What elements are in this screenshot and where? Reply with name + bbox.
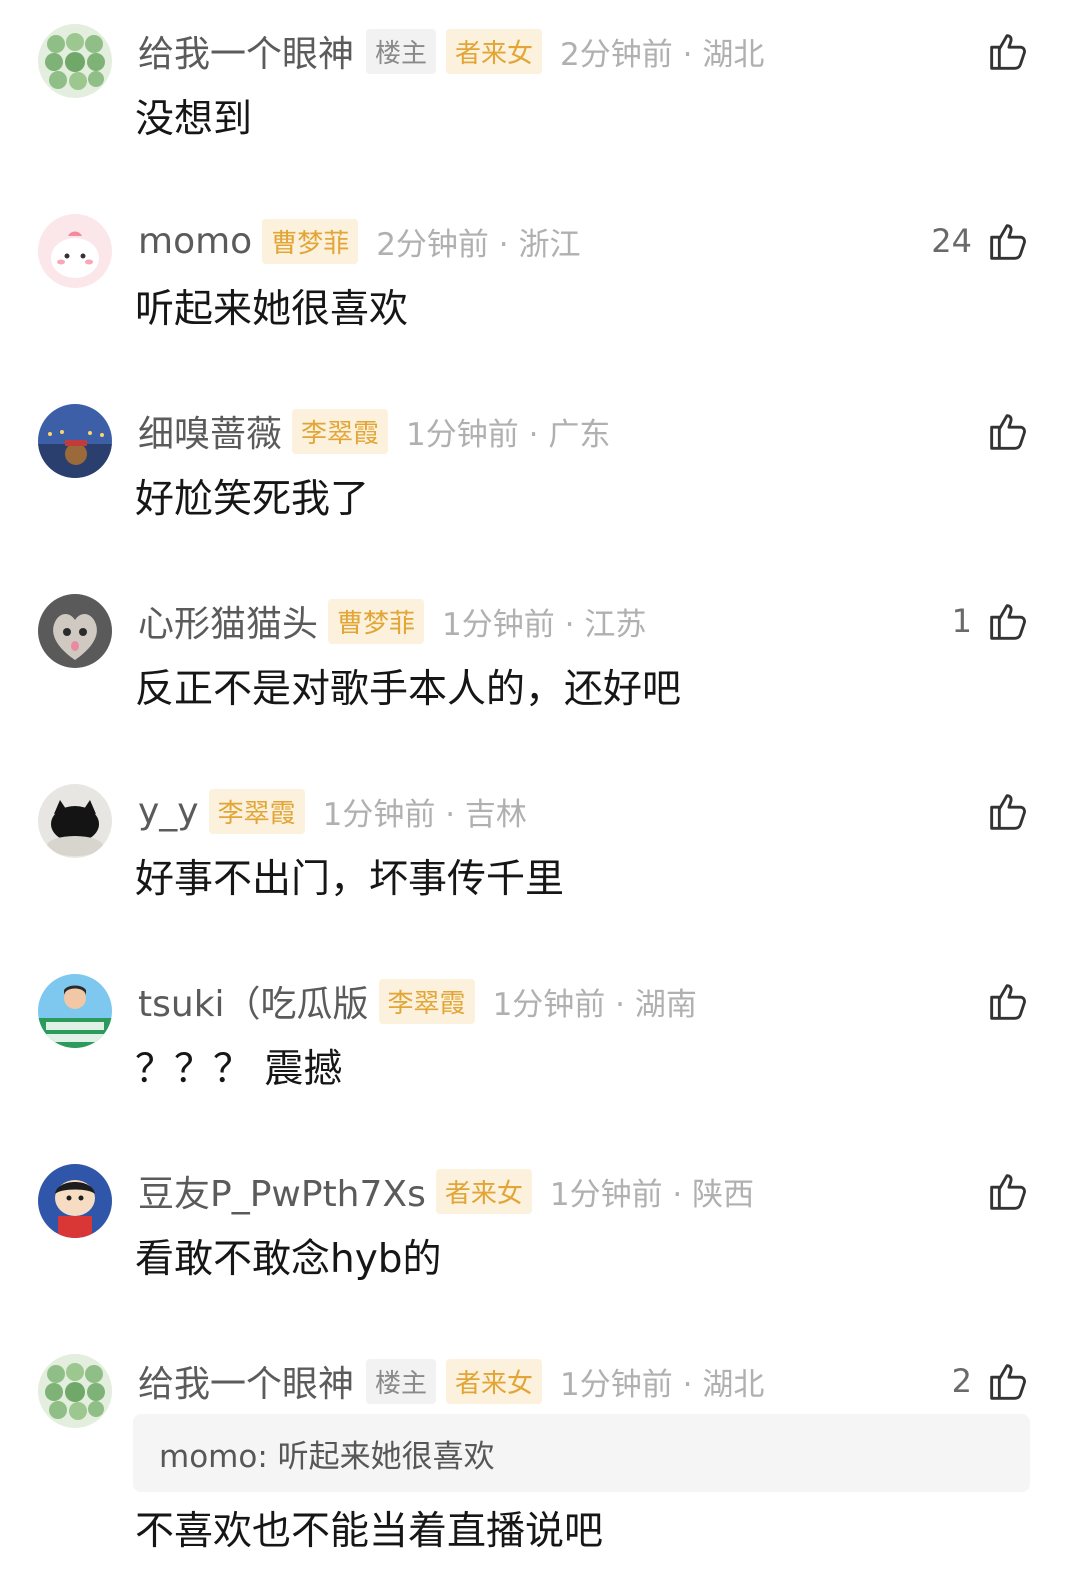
- like-button[interactable]: [972, 976, 1030, 1026]
- comment-meta: momo 曹梦菲 2分钟前 · 浙江: [138, 216, 581, 266]
- comment-meta: 给我一个眼神 楼主 者来女 1分钟前 · 湖北: [138, 1356, 764, 1406]
- like-button[interactable]: [972, 26, 1030, 76]
- comment-meta: 细嗅蔷薇 李翠霞 1分钟前 · 广东: [138, 406, 610, 456]
- username[interactable]: y_y: [138, 791, 199, 832]
- timestamp-location: 2分钟前 · 湖北: [560, 36, 765, 73]
- avatar[interactable]: [38, 784, 112, 858]
- comment-text: 好事不出门，坏事传千里: [135, 857, 565, 902]
- timestamp-location: 2分钟前 · 浙江: [376, 226, 581, 263]
- thumb-up-icon: [990, 984, 1026, 1020]
- comment-text: 不喜欢也不能当着直播说吧: [135, 1509, 604, 1554]
- comment-meta: y_y 李翠霞 1分钟前 · 吉林: [138, 786, 527, 836]
- timestamp-location: 1分钟前 · 江苏: [442, 606, 647, 643]
- comment-meta: 给我一个眼神 楼主 者来女 2分钟前 · 湖北: [138, 26, 764, 76]
- comment-meta: tsuki（吃瓜版 李翠霞 1分钟前 · 湖南: [138, 976, 697, 1026]
- group-badge: 者来女: [446, 28, 543, 74]
- group-badge: 者来女: [446, 1358, 543, 1404]
- comment-text: ？？？ 震撼: [135, 1047, 343, 1092]
- username[interactable]: 给我一个眼神: [138, 1355, 354, 1407]
- op-badge: 楼主: [366, 28, 437, 74]
- thumb-up-icon: [990, 604, 1026, 640]
- group-badge: 李翠霞: [292, 408, 389, 454]
- group-badge: 李翠霞: [208, 788, 305, 834]
- heart-cat-avatar-icon: [38, 594, 112, 668]
- comment-item: y_y 李翠霞 1分钟前 · 吉林 好事不出门，坏事传千里: [0, 760, 1080, 950]
- comment-item: momo 曹梦菲 2分钟前 · 浙江 24 听起来她很喜欢: [0, 190, 1080, 380]
- username[interactable]: 豆友P_PwPth7Xs: [138, 1165, 426, 1217]
- like-button[interactable]: [972, 406, 1030, 456]
- group-badge: 李翠霞: [378, 978, 475, 1024]
- avatar[interactable]: [38, 1354, 112, 1428]
- username[interactable]: tsuki（吃瓜版: [138, 975, 369, 1027]
- comment-text: 好尬笑死我了: [135, 477, 370, 522]
- like-count: 24: [931, 222, 972, 260]
- green-badges-avatar-icon: [38, 1354, 112, 1428]
- username[interactable]: momo: [138, 221, 252, 262]
- thumb-up-icon: [990, 34, 1026, 70]
- avatar[interactable]: [38, 214, 112, 288]
- avatar[interactable]: [38, 974, 112, 1048]
- like-button[interactable]: 24: [931, 216, 1030, 266]
- avatar[interactable]: [38, 1164, 112, 1238]
- comment-item: 心形猫猫头 曹梦菲 1分钟前 · 江苏 1 反正不是对歌手本人的，还好吧: [0, 570, 1080, 760]
- timestamp-location: 1分钟前 · 湖北: [560, 1366, 765, 1403]
- comment-text: 听起来她很喜欢: [135, 287, 409, 332]
- pink-cartoon-avatar-icon: [38, 214, 112, 288]
- comment-text: 看敢不敢念hyb的: [135, 1237, 442, 1282]
- timestamp-location: 1分钟前 · 湖南: [492, 986, 697, 1023]
- like-button[interactable]: 1: [952, 596, 1030, 646]
- thumb-up-icon: [990, 794, 1026, 830]
- comment-item: 给我一个眼神 楼主 者来女 2分钟前 · 湖北 没想到: [0, 0, 1080, 190]
- like-button[interactable]: [972, 1166, 1030, 1216]
- username[interactable]: 细嗅蔷薇: [138, 405, 282, 457]
- comment-list: 给我一个眼神 楼主 者来女 2分钟前 · 湖北 没想到 momo 曹梦菲 2分钟…: [0, 0, 1080, 1587]
- cartoon-boy-avatar-icon: [38, 1164, 112, 1238]
- timestamp-location: 1分钟前 · 陕西: [549, 1176, 755, 1213]
- group-badge: 者来女: [435, 1168, 532, 1214]
- night-sky-bear-avatar-icon: [38, 404, 112, 478]
- quoted-reply[interactable]: momo: 听起来她很喜欢: [133, 1414, 1030, 1492]
- thumb-up-icon: [990, 414, 1026, 450]
- thumb-up-icon: [990, 224, 1026, 260]
- username[interactable]: 心形猫猫头: [138, 595, 318, 647]
- black-cat-avatar-icon: [38, 784, 112, 858]
- thumb-up-icon: [990, 1364, 1026, 1400]
- comment-item: tsuki（吃瓜版 李翠霞 1分钟前 · 湖南 ？？？ 震撼: [0, 950, 1080, 1140]
- comment-item: 给我一个眼神 楼主 者来女 1分钟前 · 湖北 2 momo: 听起来她很喜欢 …: [0, 1330, 1080, 1587]
- group-badge: 曹梦菲: [262, 218, 359, 264]
- timestamp-location: 1分钟前 · 吉林: [322, 796, 527, 833]
- op-badge: 楼主: [366, 1358, 437, 1404]
- person-banner-avatar-icon: [38, 974, 112, 1048]
- like-button[interactable]: 2: [952, 1356, 1030, 1406]
- comment-meta: 心形猫猫头 曹梦菲 1分钟前 · 江苏: [138, 596, 646, 646]
- avatar[interactable]: [38, 404, 112, 478]
- group-badge: 曹梦菲: [328, 598, 425, 644]
- timestamp-location: 1分钟前 · 广东: [406, 416, 611, 453]
- comment-text: 没想到: [135, 97, 253, 142]
- comment-meta: 豆友P_PwPth7Xs 者来女 1分钟前 · 陕西: [138, 1166, 754, 1216]
- comment-item: 细嗅蔷薇 李翠霞 1分钟前 · 广东 好尬笑死我了: [0, 380, 1080, 570]
- comment-item: 豆友P_PwPth7Xs 者来女 1分钟前 · 陕西 看敢不敢念hyb的: [0, 1140, 1080, 1330]
- like-count: 1: [951, 602, 972, 640]
- like-count: 2: [951, 1362, 972, 1400]
- like-button[interactable]: [972, 786, 1030, 836]
- comment-text: 反正不是对歌手本人的，还好吧: [135, 667, 682, 712]
- username[interactable]: 给我一个眼神: [138, 25, 354, 77]
- avatar[interactable]: [38, 24, 112, 98]
- green-badges-avatar-icon: [38, 24, 112, 98]
- thumb-up-icon: [990, 1174, 1026, 1210]
- avatar[interactable]: [38, 594, 112, 668]
